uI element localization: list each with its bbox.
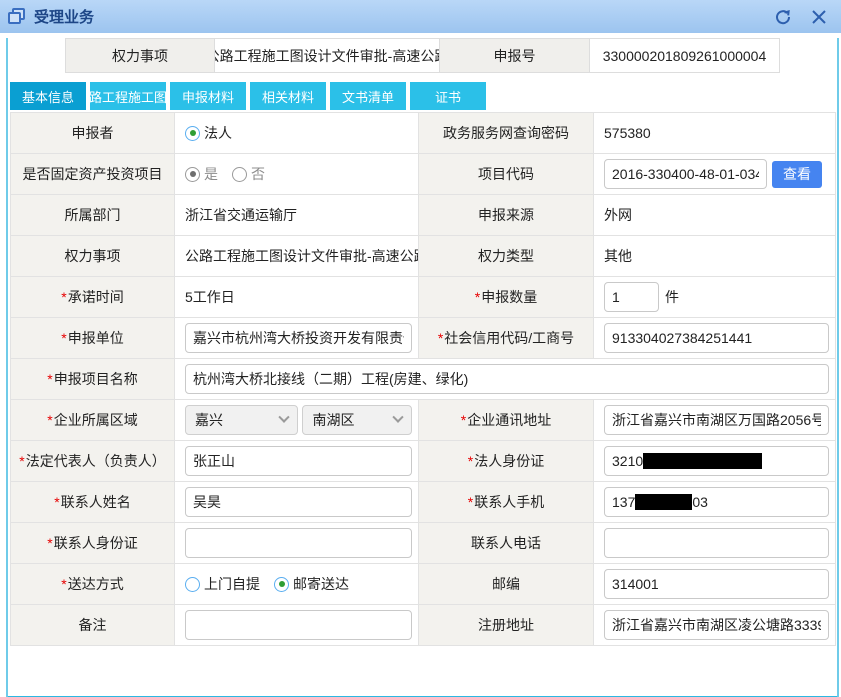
- field-label-region: *企业所属区域: [11, 400, 175, 441]
- titlebar: 受理业务: [0, 0, 841, 33]
- field-label-contact-phone: 联系人电话: [419, 523, 594, 564]
- field-label-legal-person: *法定代表人（负责人）: [11, 441, 175, 482]
- contact-name-input[interactable]: [185, 487, 412, 517]
- field-contact-mobile: 13703: [594, 482, 836, 523]
- contact-mobile-input[interactable]: 13703: [604, 487, 829, 517]
- field-postcode: [594, 564, 836, 605]
- company-input[interactable]: [185, 323, 412, 353]
- radio-legal-person[interactable]: [185, 126, 200, 141]
- header-apply-no-value: 330000201809261000004: [590, 38, 780, 73]
- field-power-item: 公路工程施工图设计文件审批-高速公路: [175, 236, 419, 277]
- city-select[interactable]: 嘉兴: [185, 405, 298, 435]
- field-label-postcode: 邮编: [419, 564, 594, 605]
- field-label-quantity: *申报数量: [419, 277, 594, 318]
- field-credit-code: [594, 318, 836, 359]
- redaction-bar: [635, 494, 692, 510]
- field-label-contact-mobile: *联系人手机: [419, 482, 594, 523]
- field-fixed-asset: 是 否: [175, 154, 419, 195]
- remark-input[interactable]: [185, 610, 412, 640]
- field-address: [594, 400, 836, 441]
- radio-fixed-asset-yes[interactable]: [185, 167, 200, 182]
- field-label-promise-time: *承诺时间: [11, 277, 175, 318]
- field-label-contact-id: *联系人身份证: [11, 523, 175, 564]
- close-icon[interactable]: [809, 7, 829, 27]
- view-button[interactable]: 查看: [772, 161, 822, 188]
- tab-application-materials[interactable]: 申报材料: [170, 82, 246, 110]
- field-legal-person: [175, 441, 419, 482]
- gov-password-value: 575380: [604, 125, 651, 141]
- field-label-remark: 备注: [11, 605, 175, 646]
- field-quantity: 件: [594, 277, 836, 318]
- field-contact-id: [175, 523, 419, 564]
- field-department: 浙江省交通运输厅: [175, 195, 419, 236]
- field-label-apply-source: 申报来源: [419, 195, 594, 236]
- credit-code-input[interactable]: [604, 323, 829, 353]
- contact-id-input[interactable]: [185, 528, 412, 558]
- chevron-down-icon: [279, 412, 290, 423]
- radio-self-pickup[interactable]: [185, 577, 200, 592]
- project-name-input[interactable]: [185, 364, 829, 394]
- tab-basic-info[interactable]: 基本信息: [10, 82, 86, 110]
- tab-related-materials[interactable]: 相关材料: [250, 82, 326, 110]
- legal-person-input[interactable]: [185, 446, 412, 476]
- field-company: [175, 318, 419, 359]
- content-frame: 权力事项 公路工程施工图设计文件审批-高速公路 申报号 330000201809…: [6, 38, 839, 697]
- field-label-reg-address: 注册地址: [419, 605, 594, 646]
- field-remark: [175, 605, 419, 646]
- legal-id-input[interactable]: 3210: [604, 446, 829, 476]
- field-project-code: 查看: [594, 154, 836, 195]
- reg-address-input[interactable]: [604, 610, 829, 640]
- chevron-down-icon: [392, 412, 403, 423]
- district-select[interactable]: 南湖区: [302, 405, 412, 435]
- field-contact-phone: [594, 523, 836, 564]
- field-label-legal-id: *法人身份证: [419, 441, 594, 482]
- field-label-project-name: *申报项目名称: [11, 359, 175, 400]
- header-power-item-label: 权力事项: [65, 38, 215, 73]
- contact-phone-input[interactable]: [604, 528, 829, 558]
- field-label-power-type: 权力类型: [419, 236, 594, 277]
- quantity-unit: 件: [665, 287, 679, 307]
- field-label-credit-code: *社会信用代码/工商号: [419, 318, 594, 359]
- window-title: 受理业务: [34, 6, 94, 27]
- field-gov-password: 575380: [594, 113, 836, 154]
- radio-legal-person-label: 法人: [204, 123, 232, 143]
- radio-mail-delivery[interactable]: [274, 577, 289, 592]
- field-label-delivery: *送达方式: [11, 564, 175, 605]
- address-input[interactable]: [604, 405, 829, 435]
- field-power-type: 其他: [594, 236, 836, 277]
- tab-document-list[interactable]: 文书清单: [330, 82, 406, 110]
- header-apply-no-label: 申报号: [440, 38, 590, 73]
- field-delivery: 上门自提 邮寄送达: [175, 564, 419, 605]
- field-label-fixed-asset: 是否固定资产投资项目: [11, 154, 175, 195]
- field-region: 嘉兴 南湖区: [175, 400, 419, 441]
- field-legal-id: 3210: [594, 441, 836, 482]
- field-project-name: [175, 359, 836, 400]
- quantity-input[interactable]: [604, 282, 659, 312]
- tab-certificate[interactable]: 证书: [410, 82, 486, 110]
- field-label-project-code: 项目代码: [419, 154, 594, 195]
- field-apply-source: 外网: [594, 195, 836, 236]
- field-label-declarant: 申报者: [11, 113, 175, 154]
- field-label-contact-name: *联系人姓名: [11, 482, 175, 523]
- field-contact-name: [175, 482, 419, 523]
- field-reg-address: [594, 605, 836, 646]
- refresh-icon[interactable]: [773, 7, 793, 27]
- tab-highway-construction-drawing[interactable]: 公路工程施工图设: [90, 82, 166, 110]
- field-label-power-item: 权力事项: [11, 236, 175, 277]
- field-label-company: *申报单位: [11, 318, 175, 359]
- tab-bar: 基本信息 公路工程施工图设 申报材料 相关材料 文书清单 证书: [10, 82, 837, 110]
- postcode-input[interactable]: [604, 569, 829, 599]
- header-bar: 权力事项 公路工程施工图设计文件审批-高速公路 申报号 330000201809…: [65, 38, 837, 73]
- redaction-bar: [643, 453, 762, 469]
- form-table: 申报者 法人 政务服务网查询密码 575380 是否固定资产投资项目 是 否 项…: [10, 112, 836, 646]
- window-icon: [8, 8, 26, 26]
- project-code-input[interactable]: [604, 159, 767, 189]
- radio-fixed-asset-no[interactable]: [232, 167, 247, 182]
- field-declarant: 法人: [175, 113, 419, 154]
- field-promise-time: 5工作日: [175, 277, 419, 318]
- field-label-department: 所属部门: [11, 195, 175, 236]
- field-label-gov-password: 政务服务网查询密码: [419, 113, 594, 154]
- header-power-item-value: 公路工程施工图设计文件审批-高速公路: [215, 38, 440, 73]
- field-label-address: *企业通讯地址: [419, 400, 594, 441]
